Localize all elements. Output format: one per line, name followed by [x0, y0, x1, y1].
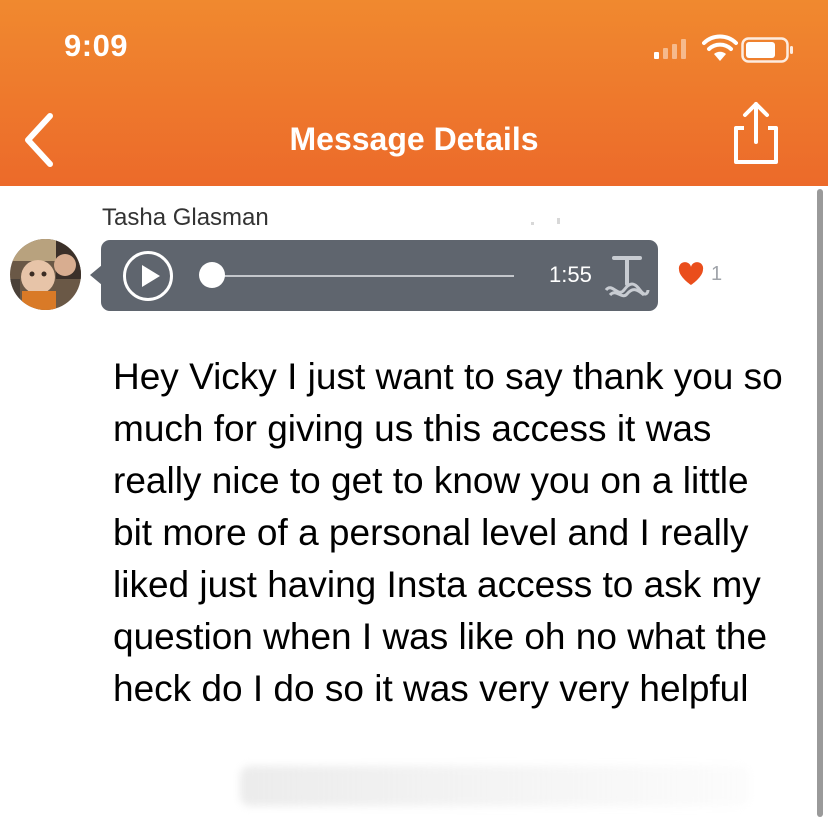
- audio-progress-track[interactable]: [212, 275, 514, 277]
- audio-duration: 1:55: [549, 262, 592, 287]
- app-header: 9:09 Message Details: [0, 0, 828, 186]
- sender-name: Tasha Glasman: [102, 204, 269, 231]
- heart-icon[interactable]: [678, 262, 704, 286]
- scrollbar[interactable]: [817, 189, 823, 817]
- transcribe-icon[interactable]: [604, 252, 650, 300]
- faded-transcript-overlay: [240, 766, 750, 806]
- page-title: Message Details: [289, 121, 539, 157]
- cellular-signal-icon: [654, 39, 686, 59]
- status-time: 9:09: [64, 28, 129, 63]
- wifi-icon: [702, 34, 738, 61]
- audio-progress-knob[interactable]: [199, 262, 225, 288]
- play-button[interactable]: [122, 250, 174, 302]
- like-count: 1: [711, 263, 723, 285]
- battery-icon: [741, 37, 793, 63]
- share-button[interactable]: [730, 100, 782, 166]
- message-transcript: Hey Vicky I just want to say thank you s…: [113, 356, 783, 709]
- avatar[interactable]: [10, 239, 81, 310]
- faded-timestamp-icon: [531, 218, 560, 225]
